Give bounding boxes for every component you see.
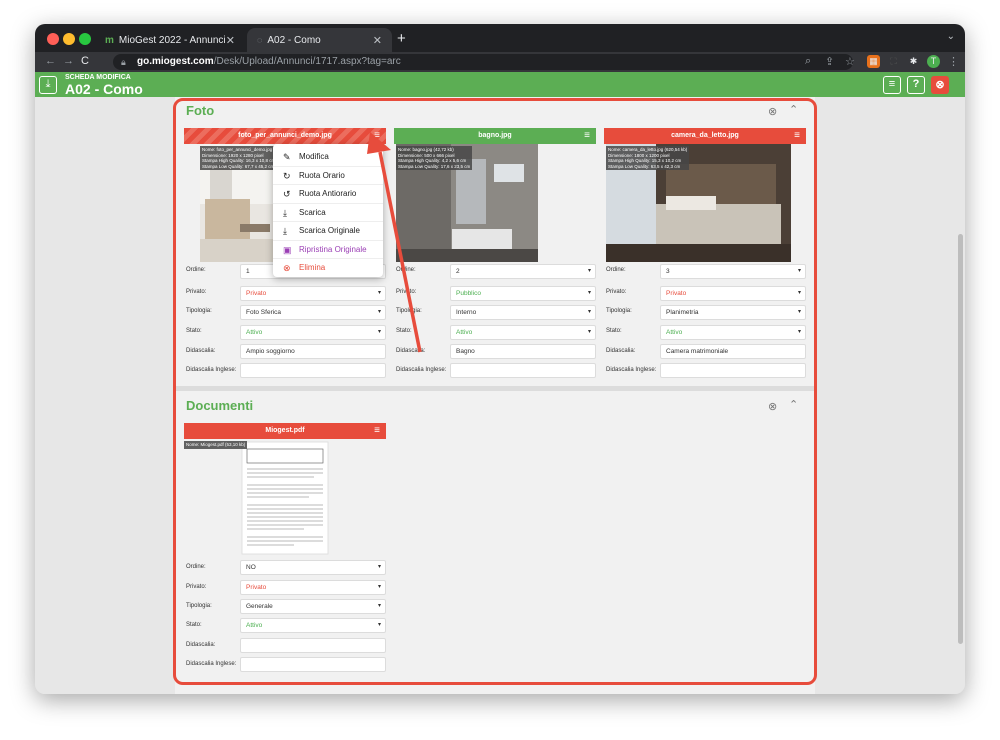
forward-icon[interactable]: → bbox=[63, 55, 74, 67]
url-path: /Desk/Upload/Annunci/1717.aspx?tag=arc bbox=[213, 56, 401, 67]
maximize-window-button[interactable] bbox=[79, 33, 91, 45]
tab-close-icon[interactable]: ✕ bbox=[226, 34, 235, 47]
more-vert-icon[interactable]: ⋮ bbox=[948, 55, 959, 68]
url-host: go.miogest.com bbox=[137, 56, 214, 67]
close-button[interactable]: ⊗ bbox=[931, 76, 949, 94]
bookmark-star-icon[interactable]: ☆ bbox=[845, 55, 855, 68]
calendar-extension-icon[interactable]: ▦ bbox=[867, 55, 880, 68]
lock-icon: 🔒︎ bbox=[121, 57, 126, 67]
back-icon[interactable]: ← bbox=[45, 55, 56, 67]
download-icon: ⤓ bbox=[45, 78, 51, 90]
browser-window: m MioGest 2022 - Annunci ✕ ◌ A02 - Como … bbox=[35, 24, 965, 694]
help-button[interactable]: ? bbox=[907, 76, 925, 94]
screenshot-extension-icon[interactable]: ⛶ bbox=[887, 55, 900, 68]
tab-miogest-annunci[interactable]: m MioGest 2022 - Annunci ✕ bbox=[95, 28, 245, 52]
tab-a02-como[interactable]: ◌ A02 - Como ✕ bbox=[247, 28, 392, 52]
profile-avatar[interactable]: T bbox=[927, 55, 940, 68]
reload-icon[interactable]: C bbox=[81, 55, 89, 67]
app-header: ⤓ SCHEDA MODIFICA A02 - Como ≡ ? ⊗ bbox=[35, 72, 965, 97]
tab-label: A02 - Como bbox=[267, 34, 321, 46]
extensions-puzzle-icon[interactable]: ✱ bbox=[907, 55, 920, 68]
page-title: A02 - Como bbox=[65, 81, 143, 97]
page-scrollbar[interactable] bbox=[958, 234, 963, 644]
help-icon: ? bbox=[912, 78, 920, 90]
close-circle-icon: ⊗ bbox=[935, 79, 945, 91]
header-label: SCHEDA MODIFICA bbox=[65, 74, 131, 81]
chevron-down-icon[interactable]: ⌄ bbox=[947, 31, 955, 42]
close-window-button[interactable] bbox=[47, 33, 59, 45]
minimize-window-button[interactable] bbox=[63, 33, 75, 45]
globe-favicon-icon: ◌ bbox=[257, 35, 263, 45]
tab-bar: m MioGest 2022 - Annunci ✕ ◌ A02 - Como … bbox=[35, 24, 965, 52]
tab-close-icon[interactable]: ✕ bbox=[373, 34, 382, 47]
download-button[interactable]: ⤓ bbox=[39, 76, 57, 94]
miogest-favicon-icon: m bbox=[105, 34, 114, 46]
tab-label: MioGest 2022 - Annunci bbox=[118, 34, 226, 46]
new-tab-icon[interactable]: + bbox=[397, 30, 406, 47]
url-field[interactable]: 🔒︎ go.miogest.com/Desk/Upload/Annunci/17… bbox=[113, 54, 853, 70]
menu-button[interactable]: ≡ bbox=[883, 76, 901, 94]
share-icon[interactable]: ⇪ bbox=[825, 55, 834, 68]
zoom-icon[interactable]: ⌕ bbox=[805, 55, 811, 68]
hamburger-icon: ≡ bbox=[888, 78, 896, 90]
address-bar: ← → C 🔒︎ go.miogest.com/Desk/Upload/Annu… bbox=[35, 52, 965, 72]
highlight-frame bbox=[173, 98, 817, 685]
